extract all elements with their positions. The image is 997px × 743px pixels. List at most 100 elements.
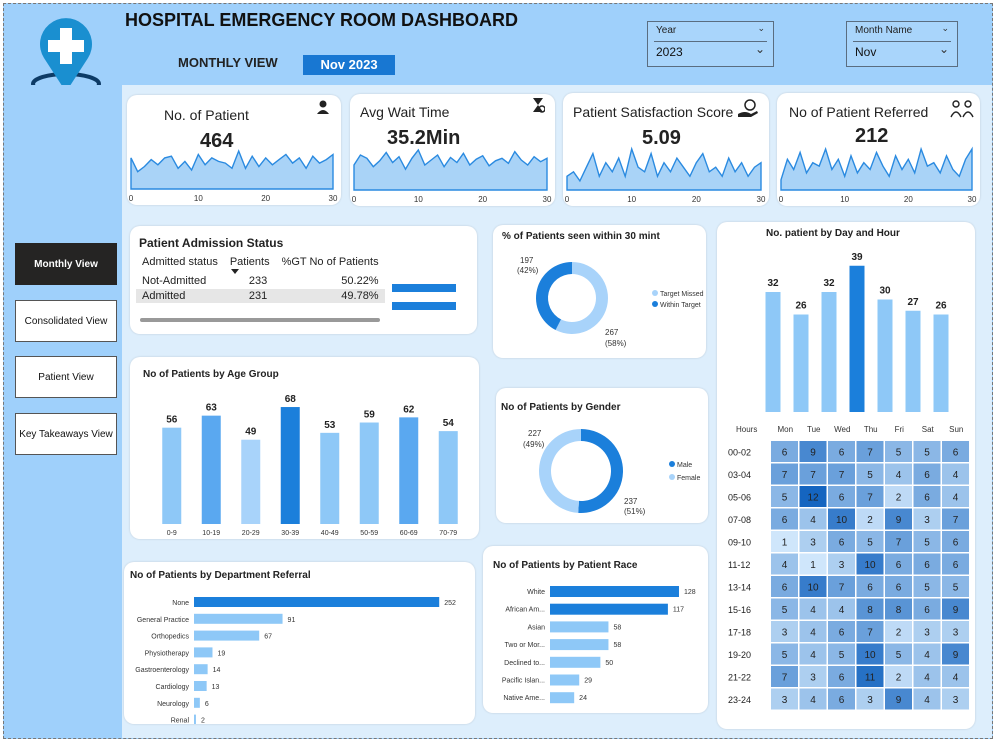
heatmap-cell-value: 5 [924,537,930,548]
sort-arrow-icon[interactable] [231,269,239,274]
heatmap-cell-value: 5 [867,537,873,548]
data-label: 27 [907,297,919,308]
column-header: Sat [922,425,935,434]
row-label: 13-14 [728,582,751,592]
axis-tick-label: 20 [478,195,487,204]
row-label: 05-06 [728,492,751,502]
table-row[interactable]: Admitted 231 49.78% [136,289,385,303]
heatmap-cell-value: 4 [782,560,788,571]
heatmap-cell-value: 2 [896,627,902,638]
bar [194,664,208,675]
bar [162,427,182,524]
data-label: 197 [520,256,534,265]
department-bar-chart: None 252 General Practice 91 Orthopedics 67 Ph… [135,597,456,724]
month-slicer-value[interactable]: Nov [855,45,876,59]
heatmap-cell-value: 3 [839,560,845,571]
heatmap-cell-value: 6 [953,560,959,571]
age-bar-chart: 56 0-9 63 10-19 49 20-29 68 30-39 53 40-49 59 50-59… [162,394,458,537]
chevron-down-icon: ⌄ [941,24,949,34]
heatmap-cell-value: 4 [839,605,845,616]
data-label: 39 [851,252,863,263]
nav-monthly-view-button[interactable]: Monthly View [15,243,117,285]
row-label: 21-22 [728,672,751,682]
heatmap-cell-value: 4 [924,695,930,706]
heatmap-cell-value: 6 [924,470,930,481]
axis-tick-label: 70-79 [439,530,457,537]
sparkline-area [780,146,973,191]
year-slicer[interactable]: Year ⌄ 2023 ⌄ [647,21,774,67]
data-label: (49%) [523,440,545,449]
heatmap-cell-value: 6 [924,492,930,503]
race-card: No of Patients by Patient Race White 128 A… [483,546,708,713]
category-label: Physiotherapy [145,650,190,657]
data-label: 32 [823,278,835,289]
kpi-card-satisfaction: Patient Satisfaction Score 5.09 0 10 20 30 [563,93,769,206]
heatmap-cell-value: 5 [867,470,873,481]
column-header[interactable]: Patients [224,255,276,269]
horizontal-scrollbar[interactable] [140,318,380,322]
heatmap-cell-value: 3 [924,515,930,526]
kpi-title: Avg Wait Time [360,104,450,120]
nav-patient-view-button[interactable]: Patient View [15,356,117,398]
column-header[interactable]: Admitted status [136,255,224,269]
heatmap-cell-value: 3 [782,627,788,638]
heatmap-cell-value: 7 [782,470,788,481]
axis-tick-label: 30 [968,195,977,204]
month-slicer[interactable]: Month Name ⌄ Nov ⌄ [846,21,958,67]
axis-tick-label: 20 [261,194,270,203]
heatmap-cell-value: 7 [839,470,845,481]
patient-icon [317,100,329,114]
heatmap-cell-value: 6 [839,672,845,683]
data-label: 117 [673,607,684,614]
heatmap-cell-value: 2 [896,672,902,683]
data-label: (58%) [605,339,627,348]
heatmap-cell-value: 8 [867,605,873,616]
data-label: 67 [264,634,272,641]
heatmap-cell-value: 4 [924,650,930,661]
heatmap-cell-value: 6 [782,515,788,526]
data-label: 32 [767,278,779,289]
chevron-down-icon[interactable]: ⌄ [939,42,949,56]
heatmap-cell-value: 6 [782,447,788,458]
year-slicer-label: Year [656,25,677,36]
heatmap-cell-value: 6 [896,560,902,571]
category-label: None [172,600,189,607]
column-header[interactable]: %GT No of Patients [276,255,385,269]
heatmap-cell-value: 6 [839,447,845,458]
patients-cell: 231 [248,290,268,302]
heatmap-cell-value: 7 [839,582,845,593]
nav-key-takeaways-button[interactable]: Key Takeaways View [15,413,117,455]
bar [194,597,440,607]
data-label: 30 [879,286,891,297]
axis-tick-label: 30 [543,195,552,204]
heatmap-cell-value: 5 [896,650,902,661]
year-slicer-value[interactable]: 2023 [656,45,683,59]
chevron-down-icon[interactable]: ⌄ [755,42,765,56]
row-label: 19-20 [728,650,751,660]
donut-slice-within-target [536,262,572,331]
view-label: MONTHLY VIEW [178,55,278,70]
heatmap-cell-value: 6 [839,537,845,548]
heatmap-cell-value: 6 [896,582,902,593]
axis-tick-label: 0 [352,195,357,204]
gender-card: No of Patients by Gender 237 (51%) 227 (49%… [496,388,708,523]
nav-consolidated-view-button[interactable]: Consolidated View [15,300,117,342]
category-label: General Practice [137,617,189,624]
kpi-card-wait-time: Avg Wait Time 35.2Min 0 10 20 30 [350,94,555,206]
heatmap-cell-value: 10 [864,650,876,661]
table-row[interactable]: Not-Admitted 233 50.22% [136,269,385,289]
legend-label: Female [677,475,700,482]
legend-marker [652,301,658,307]
data-label: 252 [444,600,456,607]
column-header: Sun [949,425,963,434]
status-cell: Not-Admitted [142,275,207,287]
data-label: 91 [288,617,296,624]
data-label: 237 [624,497,638,506]
bar [320,432,340,524]
admission-bar [392,284,456,292]
heatmap-cell-value: 1 [810,560,816,571]
bar [194,613,283,624]
heatmap-cell-value: 4 [953,470,959,481]
column-header: Mon [777,425,793,434]
heatmap-cell-value: 4 [924,672,930,683]
